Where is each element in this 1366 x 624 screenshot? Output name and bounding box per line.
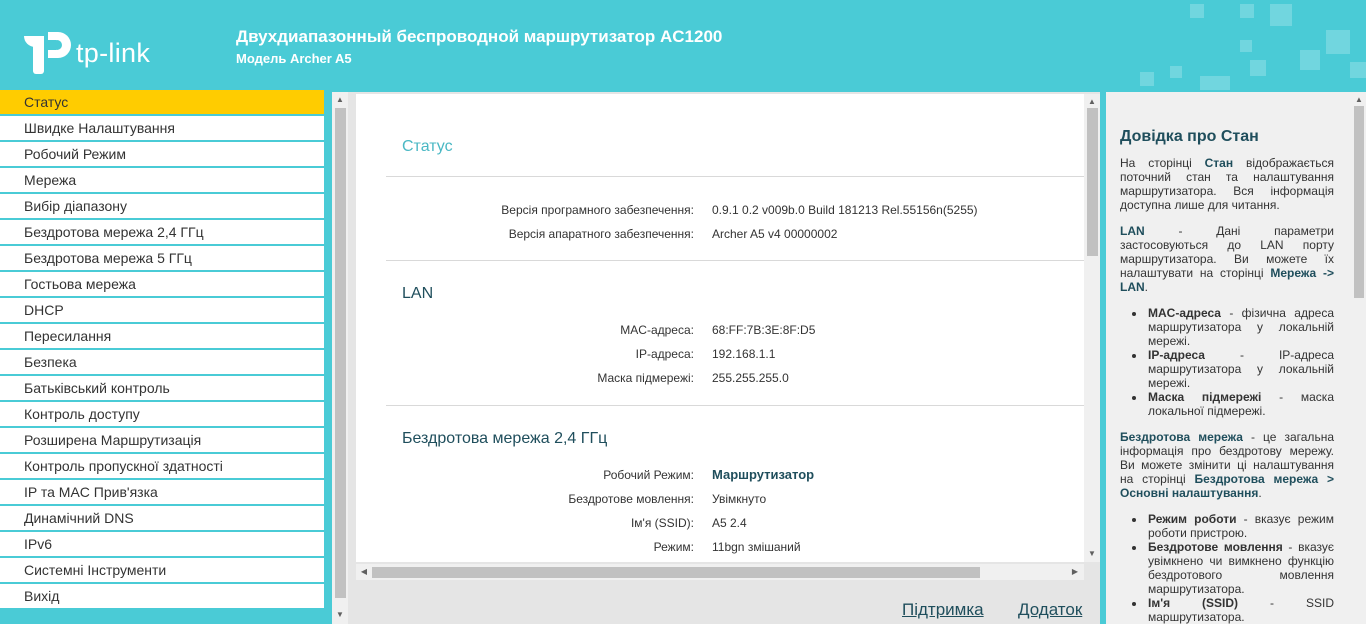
wireless-title: Бездротова мережа 2,4 ГГц [402,430,608,447]
sidebar-item-advanced-routing[interactable]: Розширена Маршрутизація [0,428,324,452]
sidebar-item-network[interactable]: Мережа [0,168,324,192]
help-intro: На сторінці Стан відображається поточний… [1120,156,1334,212]
content-scrollbar-thumb[interactable] [1087,108,1098,256]
operation-mode-value: Маршрутизатор [712,467,815,482]
mask-value: 255.255.255.0 [712,371,789,385]
help-title: Довідка про Стан [1120,128,1259,145]
scroll-up-arrow-icon[interactable]: ▲ [332,95,348,105]
header: tp-link Двухдиапазонный беспроводной мар… [0,0,1366,90]
sidebar-item-parental-control[interactable]: Батьківський контроль [0,376,324,400]
header-decoration [1270,4,1292,26]
wireless-broadcast-label: Бездротове мовлення: [568,492,694,506]
scroll-up-arrow-icon[interactable]: ▲ [1352,95,1366,105]
wireless-mode-value: 11bgn змішаний [712,540,801,554]
header-decoration [1326,30,1350,54]
sidebar-item-security[interactable]: Безпека [0,350,324,374]
tp-link-logo-icon [24,32,71,74]
sidebar-item-access-control[interactable]: Контроль доступу [0,402,324,426]
sidebar-item-ipv6[interactable]: IPv6 [0,532,324,556]
support-link[interactable]: Підтримка [902,600,984,620]
operation-mode-label: Робочий Режим: [603,468,694,482]
tp-link-logo: tp-link [24,24,164,80]
ip-value: 192.168.1.1 [712,347,776,361]
sidebar-item-forwarding[interactable]: Пересилання [0,324,324,348]
scroll-down-arrow-icon[interactable]: ▼ [332,610,348,620]
list-item: Маска підмережі - маска локальної підмер… [1146,390,1334,418]
wireless-broadcast-value: Увімкнуто [712,492,767,506]
list-item: Режим роботи - вказує режим роботи прист… [1146,512,1334,540]
help-wireless: Бездротова мережа - це загальна інформац… [1120,430,1334,500]
app-link[interactable]: Додаток [1018,600,1082,620]
content-scrollbar[interactable]: ▲ ▼ [1084,94,1100,562]
sidebar-item-guest-network[interactable]: Гостьова мережа [0,272,324,296]
help-content: Довідка про Стан На сторінці Стан відобр… [1120,128,1334,624]
lan-title: LAN [402,285,434,302]
sidebar-menu: Статус Швидке Налаштування Робочий Режим… [0,90,324,610]
sidebar-item-status[interactable]: Статус [0,90,324,114]
help-scrollbar-thumb[interactable] [1354,106,1364,298]
sidebar-item-bandwidth-control[interactable]: Контроль пропускної здатності [0,454,324,478]
list-item: Ім'я (SSID) - SSID маршрутизатора. [1146,596,1334,624]
scroll-down-arrow-icon[interactable]: ▼ [1084,549,1100,559]
sidebar-item-dhcp[interactable]: DHCP [0,298,324,322]
divider [386,405,1084,406]
footer: Підтримка Додаток [356,586,1100,624]
list-item: Бездротове мовлення - вказує увімкнено ч… [1146,540,1334,596]
header-decoration [1300,50,1320,70]
product-model: Модель Archer A5 [236,51,352,66]
product-title: Двухдиапазонный беспроводной маршрутизат… [236,27,723,46]
header-decoration [1170,66,1182,78]
sidebar-item-quick-setup[interactable]: Швидке Налаштування [0,116,324,140]
sidebar-item-ip-mac-binding[interactable]: IP та MAC Прив'язка [0,480,324,504]
sidebar-scrollbar-thumb[interactable] [335,108,346,598]
ssid-value: A5 2.4 [712,516,747,530]
scroll-left-arrow-icon[interactable]: ◀ [359,567,369,577]
sidebar-item-logout[interactable]: Вихід [0,584,324,608]
sidebar-item-operation-mode[interactable]: Робочий Режим [0,142,324,166]
list-item: MAC-адреса - фізична адреса маршрутизато… [1146,306,1334,348]
header-decoration [1200,76,1230,90]
list-item: IP-адреса - IP-адреса маршрутизатора у л… [1146,348,1334,390]
sidebar-item-system-tools[interactable]: Системні Інструменти [0,558,324,582]
sidebar-item-wireless-5[interactable]: Бездротова мережа 5 ГГц [0,246,324,270]
hardware-label: Версія апаратного забезпечення: [508,227,694,241]
main-panel: Статус Версія програмного забезпечення: … [348,92,1100,624]
firmware-value: 0.9.1 0.2 v009b.0 Build 181213 Rel.55156… [712,203,978,217]
help-wireless-list: Режим роботи - вказує режим роботи прист… [1146,512,1334,624]
ip-label: IP-адреса: [635,347,694,361]
wireless-mode-label: Режим: [653,540,694,554]
divider [386,176,1084,177]
content-horizontal-thumb[interactable] [372,567,980,578]
header-decoration [1350,62,1366,78]
sidebar-item-wireless-2-4[interactable]: Бездротова мережа 2,4 ГГц [0,220,324,244]
status-title: Статус [402,138,453,155]
sidebar-item-dynamic-dns[interactable]: Динамічний DNS [0,506,324,530]
help-scrollbar[interactable]: ▲ [1352,92,1366,624]
header-decoration [1240,40,1252,52]
sidebar-item-band-selection[interactable]: Вибір діапазону [0,194,324,218]
sidebar: Статус Швидке Налаштування Робочий Режим… [0,90,332,624]
help-lan: LAN - Дані параметри застосовуються до L… [1120,224,1334,294]
logo-text: tp-link [76,38,151,68]
header-decoration [1190,4,1204,18]
hardware-value: Archer A5 v4 00000002 [712,227,838,241]
mac-value: 68:FF:7B:3E:8F:D5 [712,323,816,337]
sidebar-scrollbar[interactable]: ▲ ▼ [332,92,348,624]
divider [386,260,1084,261]
header-decoration [1240,4,1254,18]
help-panel: Довідка про Стан На сторінці Стан відобр… [1106,92,1352,624]
content-horizontal-scrollbar[interactable]: ◀ ▶ [356,564,1084,580]
mask-label: Маска підмережі: [597,371,694,385]
mac-label: MAC-адреса: [620,323,694,337]
header-decoration [1140,72,1154,86]
scroll-up-arrow-icon[interactable]: ▲ [1084,97,1100,107]
status-content: Статус Версія програмного забезпечення: … [356,94,1084,562]
firmware-label: Версія програмного забезпечення: [501,203,694,217]
ssid-label: Ім'я (SSID): [630,516,694,530]
header-decoration [1250,60,1266,76]
scroll-right-arrow-icon[interactable]: ▶ [1070,567,1080,577]
help-lan-list: MAC-адреса - фізична адреса маршрутизато… [1146,306,1334,418]
